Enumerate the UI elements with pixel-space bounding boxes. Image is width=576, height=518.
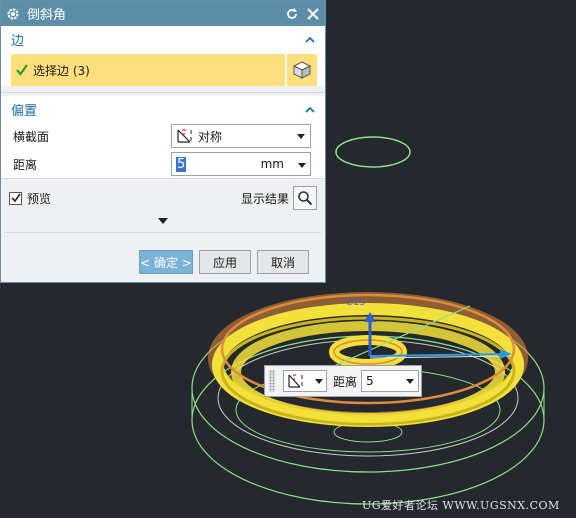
chevron-down-icon (406, 378, 415, 384)
distance-label: 距离 (13, 157, 38, 172)
chevron-up-icon[interactable] (303, 102, 317, 116)
cross-section-row: 横截面 对称 (1, 122, 325, 150)
drag-handle[interactable] (269, 370, 275, 392)
select-edge-row[interactable]: 选择边 (3) (11, 54, 317, 86)
on-screen-input-bar: 距离 5 (264, 365, 422, 397)
preview-checkbox[interactable] (9, 191, 22, 205)
cube-icon[interactable] (285, 54, 317, 86)
edge-section: 边 选择边 (3) (1, 26, 325, 86)
triangle-down-icon (158, 218, 168, 224)
dimension-label: ∅25 (346, 298, 366, 308)
offset-section: 偏置 横截面 对称 距离 5 mm (1, 96, 325, 178)
edge-section-title: 边 (11, 33, 25, 49)
select-edge-label: 选择边 (3) (33, 63, 90, 78)
select-edge-field[interactable]: 选择边 (3) (11, 54, 285, 86)
distance-value[interactable]: 5 (176, 156, 187, 172)
cross-section-select[interactable]: 对称 (171, 124, 311, 148)
mini-distance-label: 距离 (333, 374, 358, 389)
cross-section-label: 横截面 (13, 129, 50, 144)
chamfer-dialog: 倒斜角 边 选择边 (3) 偏置 横截面 对称 距离 5 mm 预览 显示结果 … (0, 0, 326, 283)
chevron-down-icon[interactable] (296, 131, 306, 141)
cancel-button[interactable]: 取消 (257, 250, 309, 274)
chevron-up-icon[interactable] (303, 32, 317, 46)
close-icon[interactable] (304, 5, 322, 23)
chevron-down-icon (315, 378, 323, 384)
symmetric-chamfer-icon (287, 374, 315, 388)
distance-unit[interactable]: mm (261, 157, 284, 171)
check-icon (15, 63, 29, 77)
edge-section-header[interactable]: 边 (1, 26, 325, 52)
preview-row: 预览 显示结果 (1, 182, 325, 214)
dialog-buttons: < 确定 > 应用 取消 (139, 250, 309, 274)
button-divider (5, 232, 321, 233)
offset-section-header[interactable]: 偏置 (1, 96, 325, 122)
offset-section-title: 偏置 (11, 103, 38, 119)
gear-icon[interactable] (5, 6, 21, 22)
distance-row: 距离 5 mm (1, 150, 325, 178)
ok-button[interactable]: < 确定 > (139, 250, 193, 274)
mini-cross-section-select[interactable] (283, 370, 327, 392)
show-result-label: 显示结果 (240, 191, 289, 206)
watermark: UG爱好者论坛 WWW.UGSNX.COM (362, 499, 560, 512)
mini-distance-value[interactable]: 5 (366, 374, 406, 388)
edge-circle-small (335, 136, 411, 168)
preview-label: 预览 (27, 191, 52, 206)
chevron-down-icon[interactable] (298, 157, 306, 171)
reset-icon[interactable] (283, 5, 301, 23)
symmetric-chamfer-icon (176, 128, 194, 144)
dialog-titlebar[interactable]: 倒斜角 (1, 1, 325, 26)
dialog-title: 倒斜角 (27, 8, 67, 23)
mini-distance-input[interactable]: 5 (361, 370, 420, 392)
more-options-toggle[interactable] (1, 214, 325, 228)
magnifier-icon[interactable] (293, 186, 317, 210)
cross-section-value: 对称 (198, 129, 223, 144)
distance-input[interactable]: 5 mm (171, 152, 311, 176)
apply-button[interactable]: 应用 (199, 250, 251, 274)
